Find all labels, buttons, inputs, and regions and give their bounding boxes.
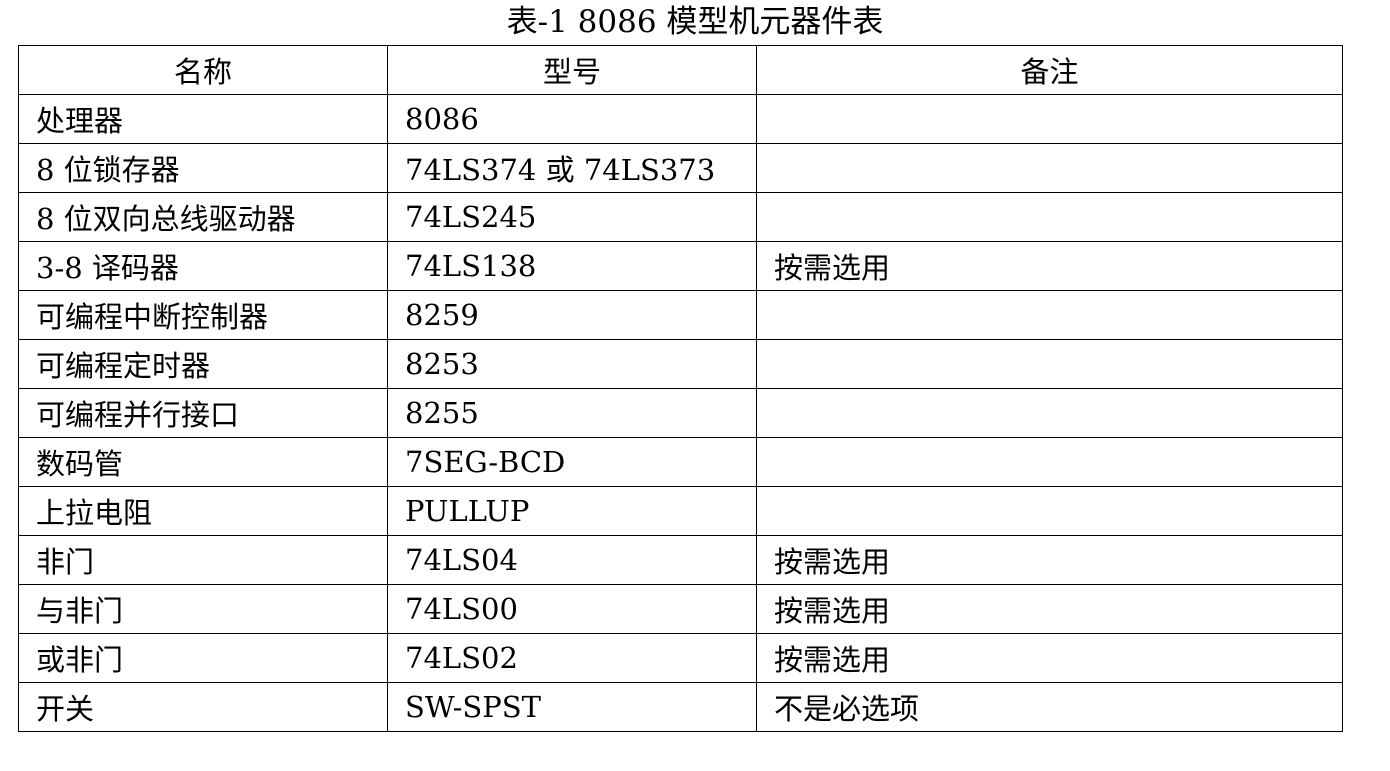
cell-name: 3-8 译码器 bbox=[18, 241, 388, 291]
cell-name: 数码管 bbox=[18, 437, 388, 487]
cell-model: 74LS138 bbox=[387, 241, 757, 291]
cell-remark bbox=[756, 192, 1343, 242]
cell-model: 8259 bbox=[387, 290, 757, 340]
table-title: 表-1 8086 模型机元器件表 bbox=[506, 4, 884, 40]
cell-model: PULLUP bbox=[387, 486, 757, 536]
cell-name: 8 位锁存器 bbox=[18, 143, 388, 193]
table-row: 8 位双向总线驱动器 74LS245 bbox=[18, 192, 1343, 242]
cell-remark bbox=[756, 143, 1343, 193]
header-model: 型号 bbox=[387, 45, 757, 95]
table-body: 处理器 8086 8 位锁存器 74LS374 或 74LS373 8 位双向总… bbox=[18, 94, 1343, 732]
cell-model: 74LS04 bbox=[387, 535, 757, 585]
cell-model: 74LS245 bbox=[387, 192, 757, 242]
header-name: 名称 bbox=[18, 45, 388, 95]
table-row: 数码管 7SEG-BCD bbox=[18, 437, 1343, 487]
cell-model: 7SEG-BCD bbox=[387, 437, 757, 487]
cell-name: 上拉电阻 bbox=[18, 486, 388, 536]
cell-name: 处理器 bbox=[18, 94, 388, 144]
cell-remark bbox=[756, 486, 1343, 536]
table-row: 3-8 译码器 74LS138 按需选用 bbox=[18, 241, 1343, 291]
components-table: 名称 型号 备注 处理器 8086 8 位锁存器 74LS374 或 74LS3… bbox=[18, 45, 1343, 732]
cell-model: SW-SPST bbox=[387, 682, 757, 732]
cell-name: 非门 bbox=[18, 535, 388, 585]
table-row: 或非门 74LS02 按需选用 bbox=[18, 633, 1343, 683]
cell-remark bbox=[756, 388, 1343, 438]
table-header-row: 名称 型号 备注 bbox=[18, 45, 1343, 95]
cell-model: 8086 bbox=[387, 94, 757, 144]
cell-remark: 按需选用 bbox=[756, 633, 1343, 683]
cell-remark: 不是必选项 bbox=[756, 682, 1343, 732]
cell-remark: 按需选用 bbox=[756, 241, 1343, 291]
cell-remark: 按需选用 bbox=[756, 535, 1343, 585]
cell-model: 74LS374 或 74LS373 bbox=[387, 143, 757, 193]
table-row: 与非门 74LS00 按需选用 bbox=[18, 584, 1343, 634]
cell-name: 开关 bbox=[18, 682, 388, 732]
cell-name: 与非门 bbox=[18, 584, 388, 634]
cell-name: 可编程定时器 bbox=[18, 339, 388, 389]
table-row: 可编程定时器 8253 bbox=[18, 339, 1343, 389]
table-row: 上拉电阻 PULLUP bbox=[18, 486, 1343, 536]
cell-name: 8 位双向总线驱动器 bbox=[18, 192, 388, 242]
table-row: 8 位锁存器 74LS374 或 74LS373 bbox=[18, 143, 1343, 193]
table-row: 非门 74LS04 按需选用 bbox=[18, 535, 1343, 585]
cell-remark: 按需选用 bbox=[756, 584, 1343, 634]
cell-name: 或非门 bbox=[18, 633, 388, 683]
cell-remark bbox=[756, 290, 1343, 340]
cell-model: 74LS00 bbox=[387, 584, 757, 634]
cell-model: 8255 bbox=[387, 388, 757, 438]
cell-model: 8253 bbox=[387, 339, 757, 389]
table-row: 开关 SW-SPST 不是必选项 bbox=[18, 682, 1343, 732]
table-row: 可编程并行接口 8255 bbox=[18, 388, 1343, 438]
header-remark: 备注 bbox=[756, 45, 1343, 95]
cell-remark bbox=[756, 339, 1343, 389]
table-row: 处理器 8086 bbox=[18, 94, 1343, 144]
table-row: 可编程中断控制器 8259 bbox=[18, 290, 1343, 340]
cell-name: 可编程中断控制器 bbox=[18, 290, 388, 340]
cell-name: 可编程并行接口 bbox=[18, 388, 388, 438]
cell-remark bbox=[756, 94, 1343, 144]
cell-model: 74LS02 bbox=[387, 633, 757, 683]
cell-remark bbox=[756, 437, 1343, 487]
